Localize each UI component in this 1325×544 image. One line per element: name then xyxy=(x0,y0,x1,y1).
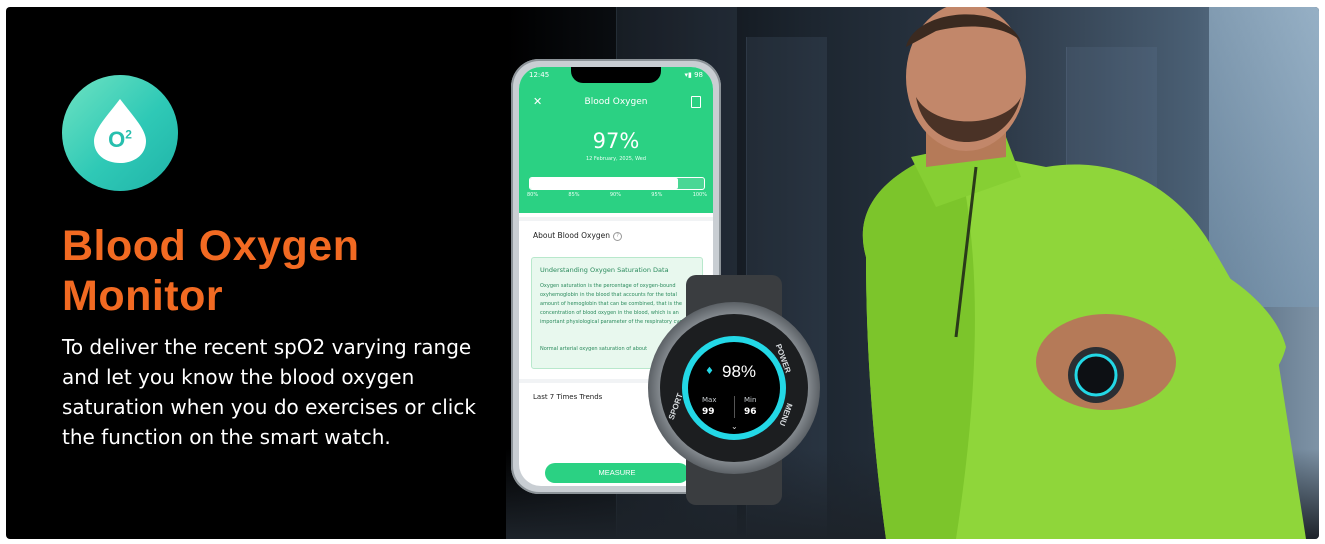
app-title: Blood Oxygen xyxy=(584,97,648,107)
scale-tick: 85% xyxy=(568,192,580,198)
info-text: Oxygen saturation is the percentage of o… xyxy=(540,283,689,325)
app-header: 12:45 ▾▮ 98 ✕ Blood Oxygen 97% 12 Februa… xyxy=(519,67,713,213)
small-watch-face xyxy=(1074,353,1118,397)
phone-notch xyxy=(571,67,661,83)
about-blood-oxygen[interactable]: About Blood Oxygen? xyxy=(533,231,623,241)
stat-separator xyxy=(734,396,735,418)
spo2-scale: 80% 85% 90% 95% 100% xyxy=(527,192,707,198)
info-heading: Understanding Oxygen Saturation Data xyxy=(540,266,669,274)
status-icons: ▾▮ 98 xyxy=(684,71,704,79)
min-value: 96 xyxy=(744,407,757,417)
blood-oxygen-logo: O2 xyxy=(62,75,178,191)
scale-tick: 90% xyxy=(609,192,621,198)
smartwatch: SPORT POWER MENU ♦ 98% Max 99 Min 96 ⌄ xyxy=(648,302,820,474)
about-label: About Blood Oxygen xyxy=(533,231,611,240)
status-time: 12:45 xyxy=(529,71,550,79)
section-divider xyxy=(519,217,713,221)
promo-banner: O2 Blood Oxygen Monitor To deliver the r… xyxy=(6,7,1319,539)
jacket-shade xyxy=(862,147,975,539)
scale-tick: 100% xyxy=(692,192,707,198)
document-icon[interactable] xyxy=(691,96,701,108)
spo2-progress-bar xyxy=(529,177,705,190)
oxygen-drop-icon: ♦ xyxy=(705,366,714,377)
measurement-date: 12 February, 2025, Wed xyxy=(585,156,647,162)
trends-label: Last 7 Times Trends xyxy=(533,393,603,401)
watch-bezel: SPORT POWER MENU ♦ 98% Max 99 Min 96 ⌄ xyxy=(660,314,808,462)
headline-description: To deliver the recent spO2 varying range… xyxy=(62,335,476,449)
spo2-progress-fill xyxy=(530,178,678,189)
scale-tick: 95% xyxy=(651,192,663,198)
spo2-value: 97% xyxy=(592,129,640,153)
scale-tick: 80% xyxy=(527,192,539,198)
runner-illustration xyxy=(862,7,1306,539)
min-label: Min xyxy=(744,396,757,404)
max-label: Max xyxy=(702,396,717,404)
headline-title: Blood Oxygen Monitor xyxy=(62,222,360,320)
oxygen-drop-icon xyxy=(94,99,146,163)
measure-button[interactable]: MEASURE xyxy=(545,463,689,483)
watch-face: ♦ 98% Max 99 Min 96 ⌄ xyxy=(682,336,786,440)
watch-spo2-value: 98% xyxy=(722,362,757,381)
max-value: 99 xyxy=(702,407,715,417)
chevron-down-icon: ⌄ xyxy=(731,422,738,431)
help-icon[interactable]: ? xyxy=(613,231,623,241)
